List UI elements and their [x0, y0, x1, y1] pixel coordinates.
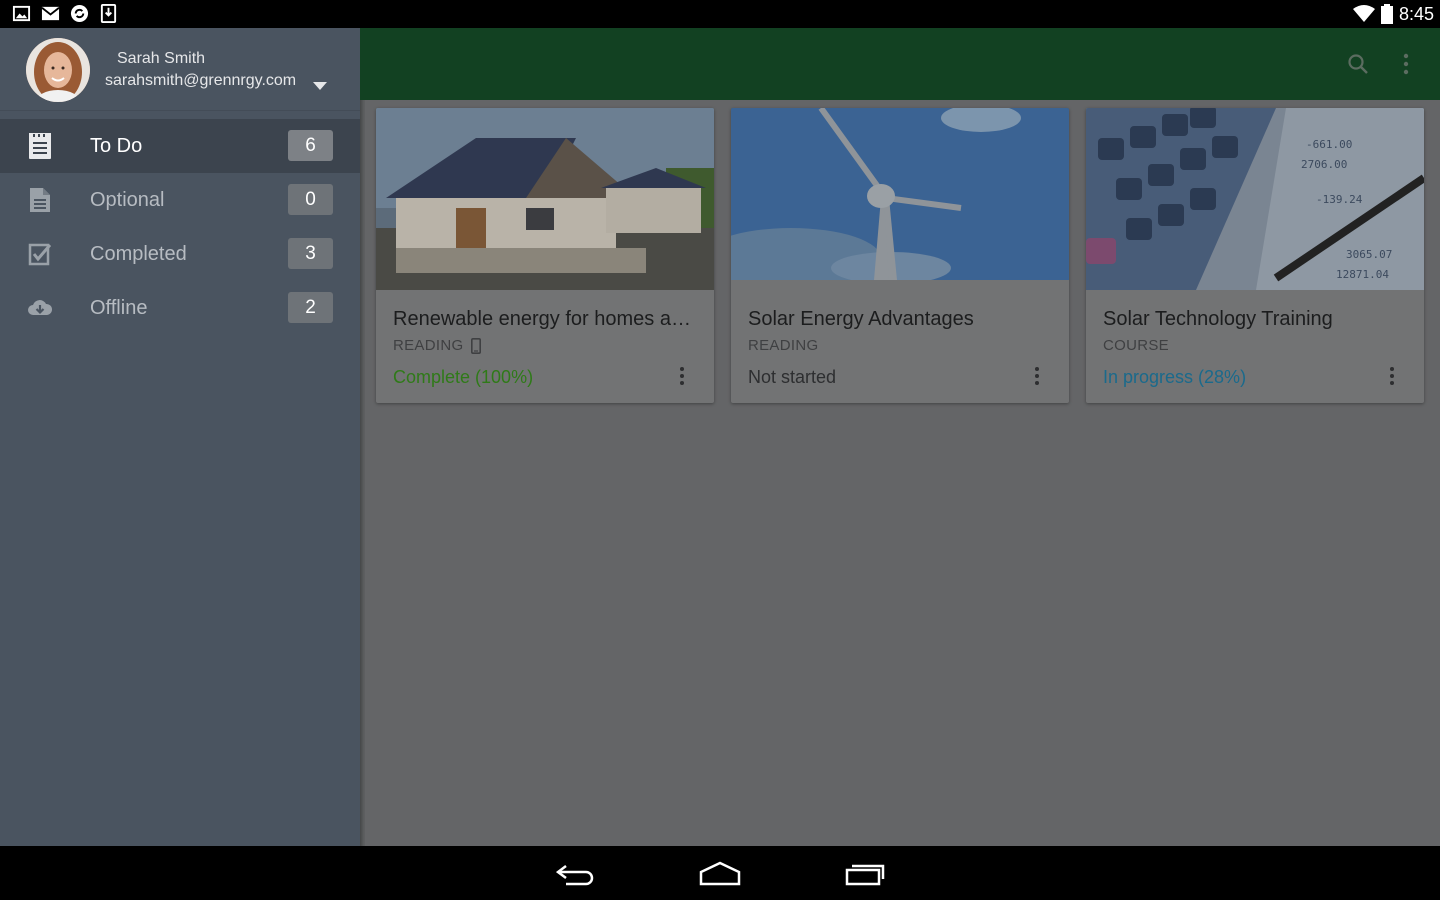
sidebar-item-label: Completed: [90, 243, 187, 265]
sidebar-item-label: Optional: [90, 189, 165, 211]
svg-text:-139.24: -139.24: [1316, 193, 1363, 206]
sidebar-item-label: Offline: [90, 297, 148, 319]
notification-icons: [12, 4, 118, 23]
sync-icon: [70, 4, 89, 23]
content-card[interactable]: Renewable energy for homes an... READING…: [376, 108, 714, 403]
status-bar: 8:45: [0, 0, 1440, 28]
content-area: Renewable energy for homes an... READING…: [360, 100, 1440, 846]
phone-icon: [471, 337, 482, 354]
content-card[interactable]: Solar Energy Advantages READING Not star…: [731, 108, 1069, 403]
document-icon: [30, 188, 50, 212]
overflow-menu-icon[interactable]: [1400, 52, 1412, 76]
gallery-icon: [12, 5, 31, 22]
app-window: Renewable energy for homes an... READING…: [0, 28, 1440, 846]
wifi-icon: [1352, 5, 1375, 22]
drawer-shadow: [360, 100, 364, 846]
app-bar: [360, 28, 1440, 100]
card-thumbnail-house: [376, 108, 714, 290]
svg-text:2706.00: 2706.00: [1301, 158, 1347, 171]
user-name: Sarah Smith: [117, 50, 206, 67]
card-status: Not started: [748, 367, 837, 387]
navigation-drawer: Sarah Smith sarahsmith@grennrgy.com To D…: [0, 28, 360, 846]
card-type: READING: [748, 337, 818, 354]
search-icon[interactable]: [1346, 52, 1370, 76]
recents-icon[interactable]: [844, 860, 886, 888]
system-navigation-bar: [0, 846, 1440, 900]
card-type: READING: [393, 337, 482, 354]
count-badge: 0: [288, 184, 333, 215]
svg-text:3065.07: 3065.07: [1346, 248, 1392, 261]
user-email: sarahsmith@grennrgy.com: [105, 72, 297, 89]
chevron-down-icon[interactable]: [313, 82, 327, 90]
drawer-nav-list: To Do 6 Optional 0 Completed 3 Offline 2: [0, 119, 360, 335]
sidebar-item-completed[interactable]: Completed 3: [0, 227, 360, 281]
sidebar-item-label: To Do: [90, 135, 143, 157]
card-status: In progress (28%): [1103, 367, 1247, 387]
sidebar-item-offline[interactable]: Offline 2: [0, 281, 360, 335]
count-badge: 3: [288, 238, 333, 269]
sidebar-item-optional[interactable]: Optional 0: [0, 173, 360, 227]
sidebar-item-todo[interactable]: To Do 6: [0, 119, 360, 173]
cloud-download-icon: [28, 300, 53, 315]
back-icon[interactable]: [556, 860, 596, 888]
checkbox-icon: [28, 243, 52, 266]
gmail-icon: [41, 6, 60, 21]
card-thumbnail-calculator: -661.00 2706.00 -139.24 3065.07 12871.04: [1086, 108, 1424, 290]
card-type-label: READING: [393, 337, 464, 354]
card-overflow-icon[interactable]: [1033, 366, 1041, 386]
home-icon[interactable]: [698, 860, 742, 888]
account-header[interactable]: Sarah Smith sarahsmith@grennrgy.com: [0, 28, 360, 111]
avatar: [26, 38, 90, 102]
card-title: Renewable energy for homes an...: [393, 308, 693, 330]
clock: 8:45: [1398, 3, 1434, 24]
card-type: COURSE: [1103, 337, 1169, 354]
card-thumbnail-wind-turbine: [731, 108, 1069, 290]
count-badge: 6: [288, 130, 333, 161]
count-badge: 2: [288, 292, 333, 323]
card-title: Solar Technology Training: [1103, 308, 1333, 330]
system-status: 8:45: [1352, 0, 1434, 28]
card-type-label: READING: [748, 337, 819, 354]
card-type-label: COURSE: [1103, 337, 1169, 354]
svg-text:12871.04: 12871.04: [1336, 268, 1389, 281]
battery-icon: [1380, 4, 1393, 24]
svg-text:-661.00: -661.00: [1306, 138, 1352, 151]
content-card[interactable]: -661.00 2706.00 -139.24 3065.07 12871.04…: [1086, 108, 1424, 403]
card-overflow-icon[interactable]: [678, 366, 686, 386]
card-status: Complete (100%): [393, 367, 534, 387]
card-overflow-icon[interactable]: [1388, 366, 1396, 386]
download-icon: [100, 4, 117, 23]
card-title: Solar Energy Advantages: [748, 308, 974, 330]
todo-list-icon: [29, 133, 51, 159]
